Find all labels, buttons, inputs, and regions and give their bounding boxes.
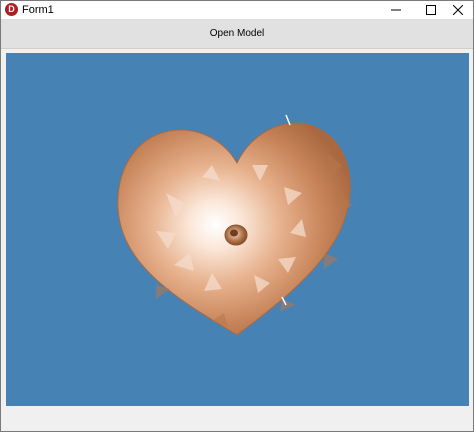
open-model-button[interactable]: Open Model xyxy=(1,19,473,48)
maximize-button[interactable] xyxy=(416,1,446,19)
3d-viewport[interactable] xyxy=(6,53,469,406)
window-title: Form1 xyxy=(22,4,54,16)
delphi-app-icon: D xyxy=(5,3,18,16)
main-window: D Form1 Open Model xyxy=(0,0,474,432)
status-bar xyxy=(1,407,473,431)
minimize-button[interactable] xyxy=(381,1,411,19)
close-button[interactable] xyxy=(443,1,473,19)
close-icon xyxy=(453,5,463,15)
toolbar: Open Model xyxy=(1,19,473,49)
maximize-icon xyxy=(426,5,436,15)
heart-gear-model-icon xyxy=(117,114,352,336)
title-bar[interactable]: D Form1 xyxy=(1,1,473,19)
minimize-icon xyxy=(391,9,401,11)
